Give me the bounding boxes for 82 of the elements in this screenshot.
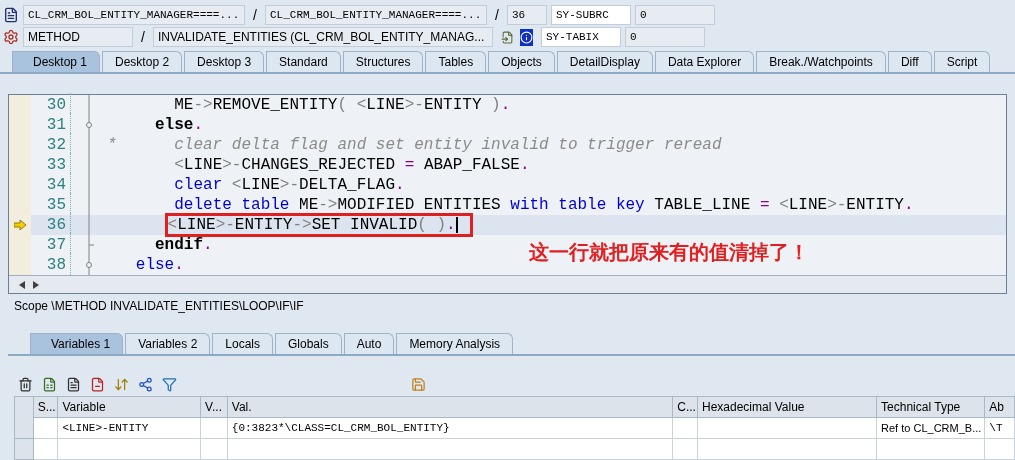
table-cell: \T <box>985 418 1015 439</box>
document-icon[interactable] <box>66 376 81 392</box>
share-icon[interactable] <box>138 376 153 392</box>
table-cell <box>201 439 228 460</box>
tab[interactable]: Auto <box>343 333 395 354</box>
document-icon[interactable] <box>501 28 514 46</box>
gutter-cell[interactable] <box>9 95 31 115</box>
column-header[interactable]: Variable <box>58 397 202 418</box>
table-cell <box>673 439 698 460</box>
tab[interactable]: Tables <box>425 51 487 72</box>
tab[interactable]: Globals <box>275 333 342 354</box>
tab[interactable]: Break./Watchpoints <box>756 51 886 72</box>
code-text: delete table ME->MODIFIED ENTITIES with table key TABLE_LINE = <LINE>-ENTITY. <box>173 195 914 216</box>
system-variable-field[interactable]: SY-TABIX <box>541 27 621 47</box>
document-minus-icon[interactable] <box>90 376 105 392</box>
table-cell: <LINE>-ENTITY <box>58 418 202 439</box>
gutter-cell[interactable] <box>9 255 31 275</box>
column-header[interactable]: Val. <box>227 397 674 418</box>
arrow-icon <box>14 220 26 230</box>
system-variable-field[interactable]: SY-SUBRC <box>551 5 631 25</box>
tab[interactable]: Desktop 1 <box>12 51 101 72</box>
separator: / <box>494 6 500 25</box>
tab[interactable]: Standard <box>266 51 341 72</box>
tab[interactable]: Variables 2 <box>125 333 211 354</box>
save-icon[interactable] <box>411 376 426 392</box>
display-field[interactable]: 36 <box>507 5 547 25</box>
document-icon <box>3 7 19 23</box>
table-cell <box>201 418 228 439</box>
scope-path: Scope \METHOD INVALIDATE_ENTITIES\LOOP\IF\IF <box>14 298 305 315</box>
code-text: endif. <box>154 235 213 256</box>
row-selector[interactable] <box>15 418 34 439</box>
display-field[interactable]: METHOD <box>23 27 133 47</box>
sort-icon[interactable] <box>114 376 129 392</box>
tab[interactable]: Structures <box>342 51 424 72</box>
code-text: <LINE>-CHANGES_REJECTED = ABAP_FALSE. <box>173 155 530 176</box>
row-selector[interactable] <box>15 439 34 460</box>
tab[interactable]: Variables 1 <box>30 333 124 354</box>
display-field[interactable]: CL_CRM_BOL_ENTITY_MANAGER====... <box>265 5 487 25</box>
scroll-right-icon[interactable] <box>33 280 39 289</box>
tab[interactable]: Data Explorer <box>654 51 755 72</box>
column-header[interactable]: Ab <box>985 397 1015 418</box>
table-cell <box>33 418 59 439</box>
column-header[interactable]: Technical Type <box>877 397 986 418</box>
tab[interactable]: Script <box>933 51 991 72</box>
tab[interactable]: Desktop 3 <box>184 51 265 72</box>
code-text: else. <box>154 115 204 136</box>
table-cell: {0:3823*\CLASS=CL_CRM_BOL_ENTITY} <box>227 418 674 439</box>
annotation-text: 这一行就把原来有的值清掉了！ <box>529 240 809 265</box>
code-text: clear <LINE>-DELTA_FLAG. <box>173 175 405 196</box>
filter-icon[interactable] <box>162 376 177 392</box>
display-field[interactable]: INVALIDATE_ENTITIES (CL_CRM_BOL_ENTITY_MANAG... <box>153 27 493 47</box>
horizontal-scrollbar[interactable] <box>9 275 1006 293</box>
table-cell <box>673 418 698 439</box>
table-cell <box>985 439 1015 460</box>
separator: / <box>140 28 146 47</box>
separator: / <box>252 6 258 25</box>
delete-icon[interactable] <box>18 376 33 392</box>
tab[interactable]: DetailDisplay <box>556 51 653 72</box>
table-cell: Ref to CL_CRM_B... <box>877 418 986 439</box>
column-header[interactable]: Hexadecimal Value <box>698 397 878 418</box>
column-header[interactable]: C... <box>673 397 698 418</box>
display-field[interactable]: 0 <box>635 5 715 25</box>
tab[interactable]: Locals <box>212 333 273 354</box>
fold-line[interactable] <box>84 255 94 275</box>
code-comment: * clear delta flag and set entity invalid to trigger reread <box>107 135 722 156</box>
tab[interactable]: Objects <box>488 51 555 72</box>
gear-icon <box>3 29 19 45</box>
display-field[interactable]: CL_CRM_BOL_ENTITY_MANAGER====... <box>23 5 245 25</box>
info-icon[interactable] <box>520 28 533 46</box>
code-editor[interactable] <box>8 94 1007 294</box>
fold-line[interactable] <box>84 115 94 135</box>
tab[interactable]: Memory Analysis <box>396 333 514 354</box>
code-text: ME->REMOVE_ENTITY( <LINE>-ENTITY ). <box>173 95 511 116</box>
column-header[interactable]: V... <box>201 397 228 418</box>
scroll-left-icon[interactable] <box>19 280 25 289</box>
spreadsheet-icon[interactable] <box>42 376 57 392</box>
tab[interactable]: Diff <box>887 51 932 72</box>
table-cell <box>33 439 59 460</box>
tab[interactable]: Desktop 2 <box>102 51 183 72</box>
code-text: else. <box>134 255 184 276</box>
display-field[interactable]: 0 <box>625 27 705 47</box>
column-header[interactable]: S... <box>33 397 59 418</box>
